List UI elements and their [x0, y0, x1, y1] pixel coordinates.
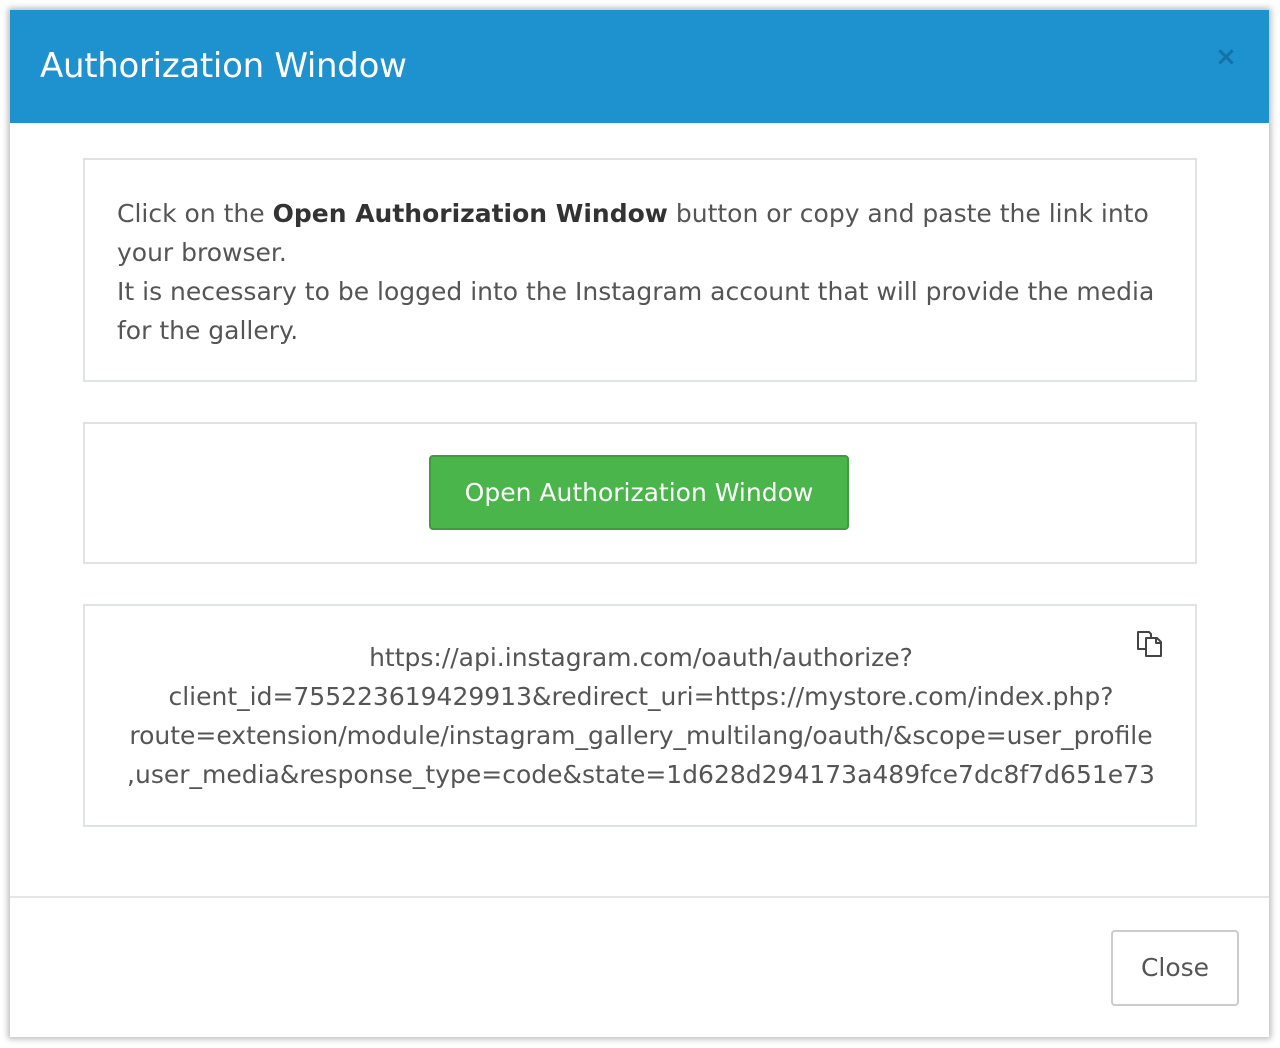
authorization-link-line: client_id=755223619429913&redirect_uri=h… [168, 682, 1114, 711]
instructions-button-name: Open Authorization Window [272, 199, 668, 228]
authorization-link-line: ,user_media&response_type=code&state=1d6… [127, 760, 1155, 789]
open-authorization-window-button[interactable]: Open Authorization Window [429, 455, 849, 530]
authorization-modal: Authorization Window × Click on the Open… [10, 10, 1269, 1037]
instructions-panel: Click on the Open Authorization Window b… [83, 158, 1197, 382]
authorization-link[interactable]: https://api.instagram.com/oauth/authoriz… [111, 638, 1171, 794]
footer-divider [10, 896, 1269, 898]
modal-header: Authorization Window × [10, 10, 1269, 123]
instructions-line-2: It is necessary to be logged into the In… [117, 277, 1155, 345]
open-window-panel: Open Authorization Window [83, 422, 1197, 564]
instructions-line-1: Click on the Open Authorization Window b… [117, 199, 1149, 267]
authorization-link-panel: https://api.instagram.com/oauth/authoriz… [83, 604, 1197, 827]
authorization-link-line: https://api.instagram.com/oauth/authoriz… [369, 643, 913, 672]
copy-icon[interactable] [1135, 628, 1163, 658]
modal-title: Authorization Window [40, 46, 407, 86]
close-icon[interactable]: × [1213, 44, 1239, 70]
authorization-link-line: route=extension/module/instagram_gallery… [129, 721, 1153, 750]
close-button[interactable]: Close [1111, 930, 1239, 1006]
